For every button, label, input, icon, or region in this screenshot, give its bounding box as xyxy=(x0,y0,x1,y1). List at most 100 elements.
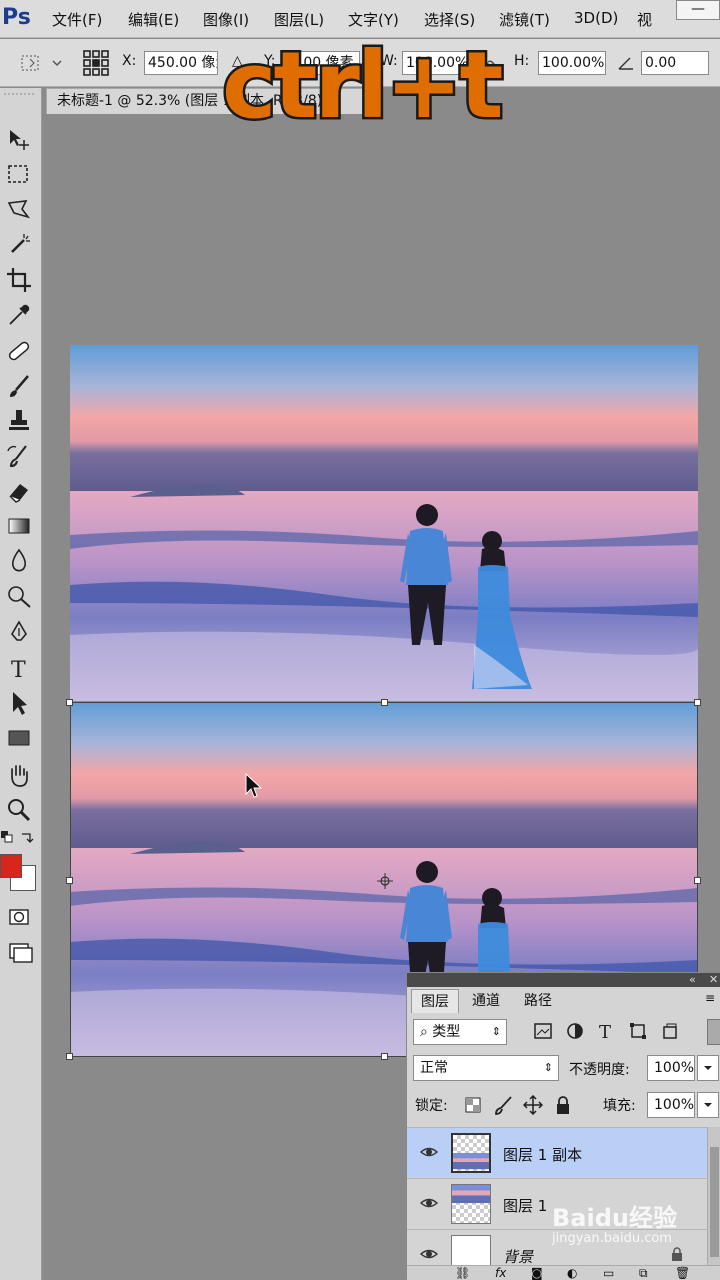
link-layers-icon[interactable]: ⛓ xyxy=(455,1266,470,1280)
minimize-button[interactable]: — xyxy=(676,0,720,20)
panel-header[interactable]: « ✕ xyxy=(407,973,720,987)
lasso-tool-icon[interactable] xyxy=(4,195,34,225)
quick-mask-icon[interactable] xyxy=(4,902,34,932)
menu-select[interactable]: 选择(S) xyxy=(424,9,475,30)
history-brush-tool-icon[interactable] xyxy=(4,441,34,471)
mouse-cursor-icon xyxy=(245,772,263,798)
menu-type[interactable]: 文字(Y) xyxy=(348,9,399,30)
transform-handle-left[interactable] xyxy=(66,877,73,884)
layers-scrollbar[interactable] xyxy=(707,1127,720,1280)
blend-mode-select[interactable]: 正常 ⇕ xyxy=(413,1055,559,1081)
x-label: X: xyxy=(122,53,137,69)
new-group-icon[interactable]: ▭ xyxy=(603,1266,614,1280)
filter-shape-layers-icon[interactable] xyxy=(629,1022,647,1040)
eye-icon[interactable] xyxy=(419,1193,439,1213)
tab-layers[interactable]: 图层 xyxy=(411,989,459,1013)
overlay-caption: ctrl+t xyxy=(219,32,505,139)
move-tool-icon[interactable] xyxy=(4,124,34,154)
layer-name[interactable]: 图层 1 副本 xyxy=(503,1144,582,1165)
reference-point-icon[interactable] xyxy=(82,49,110,77)
panel-menu-icon[interactable]: ≡ xyxy=(705,991,715,1005)
fill-input[interactable]: 100% xyxy=(647,1092,695,1118)
add-mask-icon[interactable]: ◙ xyxy=(531,1266,543,1280)
new-adjustment-icon[interactable]: ◐ xyxy=(567,1266,577,1280)
layer-style-icon[interactable]: fx xyxy=(495,1266,506,1280)
close-panel-icon[interactable]: ✕ xyxy=(709,973,718,986)
canvas-image-original[interactable] xyxy=(70,345,698,702)
svg-text:T: T xyxy=(11,658,26,683)
new-layer-icon[interactable]: ⧉ xyxy=(639,1266,648,1280)
height-input[interactable]: 100.00% xyxy=(538,51,606,75)
chevron-down-icon[interactable] xyxy=(52,59,62,67)
opacity-dropdown-button[interactable] xyxy=(697,1055,719,1081)
opacity-input[interactable]: 100% xyxy=(647,1055,695,1081)
menu-file[interactable]: 文件(F) xyxy=(52,9,102,30)
path-selection-tool-icon[interactable] xyxy=(4,688,34,718)
tab-channels[interactable]: 通道 xyxy=(461,989,511,1013)
watermark-url: jingyan.baidu.com xyxy=(552,1231,672,1246)
transform-center-point-icon[interactable] xyxy=(376,872,394,890)
filter-type-layers-icon[interactable]: T xyxy=(597,1021,615,1041)
magic-wand-tool-icon[interactable] xyxy=(4,230,34,260)
photoshop-logo-icon: Ps xyxy=(2,5,31,30)
transform-handle-top-left[interactable] xyxy=(66,699,73,706)
filter-pixel-layers-icon[interactable] xyxy=(533,1022,553,1040)
layer-row-copy[interactable]: 图层 1 副本 xyxy=(407,1127,707,1177)
lock-transparent-pixels-icon[interactable] xyxy=(465,1097,481,1113)
transform-handle-top[interactable] xyxy=(381,699,388,706)
menu-3d[interactable]: 3D(D) xyxy=(574,9,618,27)
menu-edit[interactable]: 编辑(E) xyxy=(128,9,179,30)
rotate-angle-icon xyxy=(618,57,633,70)
filter-toggle-switch[interactable] xyxy=(707,1019,720,1045)
type-tool-icon[interactable]: T xyxy=(4,653,34,683)
eyedropper-tool-icon[interactable] xyxy=(4,300,34,330)
rectangle-tool-icon[interactable] xyxy=(4,723,34,753)
transform-handle-top-right[interactable] xyxy=(694,699,701,706)
tab-paths[interactable]: 路径 xyxy=(513,989,563,1013)
filter-type-select[interactable]: ⌕ 类型 ⇕ xyxy=(413,1019,507,1045)
collapse-panel-icon[interactable]: « xyxy=(689,973,696,986)
transform-handle-bottom-left[interactable] xyxy=(66,1053,73,1060)
lock-image-pixels-icon[interactable] xyxy=(493,1095,513,1115)
transform-tool-preset-icon[interactable] xyxy=(18,51,44,75)
filter-adjustment-layers-icon[interactable] xyxy=(566,1022,584,1040)
menu-filter[interactable]: 滤镜(T) xyxy=(499,9,550,30)
menu-view[interactable]: 视 xyxy=(637,9,652,30)
default-colors-icon[interactable] xyxy=(0,830,14,844)
marquee-tool-icon[interactable] xyxy=(4,160,34,190)
eraser-tool-icon[interactable] xyxy=(4,476,34,506)
hand-tool-icon[interactable] xyxy=(4,760,34,790)
menu-layer[interactable]: 图层(L) xyxy=(274,9,324,30)
transform-handle-bottom[interactable] xyxy=(381,1053,388,1060)
foreground-color-swatch[interactable] xyxy=(0,854,22,878)
updown-arrows-icon: ⇕ xyxy=(491,1025,501,1038)
eye-icon[interactable] xyxy=(419,1244,439,1264)
rotation-input[interactable]: 0.00 xyxy=(641,51,709,75)
brush-tool-icon[interactable] xyxy=(4,371,34,401)
zoom-tool-icon[interactable] xyxy=(4,795,34,825)
lock-position-icon[interactable] xyxy=(523,1095,543,1115)
layer-name[interactable]: 背景 xyxy=(503,1246,533,1267)
x-position-input[interactable]: 450.00 像素 xyxy=(144,51,218,75)
eye-icon[interactable] xyxy=(419,1142,439,1162)
panel-grip-icon[interactable] xyxy=(0,90,40,98)
gradient-tool-icon[interactable] xyxy=(4,511,34,541)
pen-tool-icon[interactable] xyxy=(4,618,34,648)
lock-all-icon[interactable] xyxy=(555,1095,571,1115)
layer-thumbnail xyxy=(451,1133,491,1173)
dodge-tool-icon[interactable] xyxy=(4,581,34,611)
transform-handle-right[interactable] xyxy=(694,877,701,884)
opacity-label: 不透明度: xyxy=(569,1062,630,1078)
trash-icon[interactable]: 🗑 xyxy=(675,1266,690,1280)
filter-smart-objects-icon[interactable] xyxy=(661,1022,679,1040)
screen-mode-icon[interactable] xyxy=(4,936,34,966)
menu-image[interactable]: 图像(I) xyxy=(203,9,249,30)
scrollbar-thumb[interactable] xyxy=(710,1147,719,1257)
swap-colors-icon[interactable] xyxy=(20,830,34,844)
healing-brush-tool-icon[interactable] xyxy=(4,336,34,366)
layer-name[interactable]: 图层 1 xyxy=(503,1195,547,1216)
clone-stamp-tool-icon[interactable] xyxy=(4,406,34,436)
blur-tool-icon[interactable] xyxy=(4,546,34,576)
crop-tool-icon[interactable] xyxy=(4,265,34,295)
fill-dropdown-button[interactable] xyxy=(697,1092,719,1118)
